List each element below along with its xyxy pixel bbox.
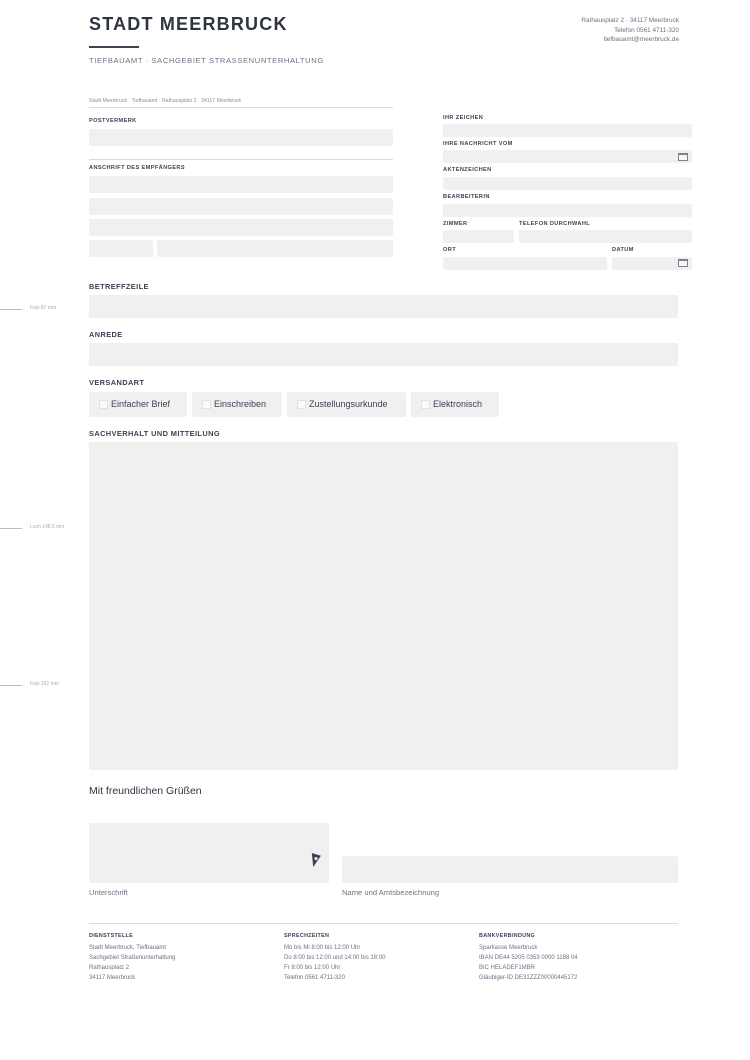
sender-return-line: Stadt Meerbruck · Tiefbauamt · Rathauspl… xyxy=(89,98,242,104)
footer-sprechzeiten-line: Fr 8:00 bis 12:00 Uhr xyxy=(284,965,341,971)
zimmer-label: ZIMMER xyxy=(443,221,468,227)
fold-mark-label: Falz 87 mm xyxy=(30,305,57,311)
sachverhalt-textarea[interactable] xyxy=(89,442,678,770)
checkbox[interactable] xyxy=(421,400,430,409)
anrede-field[interactable] xyxy=(89,343,678,366)
footer-sprechzeiten-line: Telefon 0561 4711-320 xyxy=(284,975,345,981)
versandart-option-einschreiben[interactable]: Einschreiben xyxy=(192,392,282,417)
ihre-nachricht-label: IHRE NACHRICHT VOM xyxy=(443,141,513,147)
name-amtsbezeichnung-field[interactable] xyxy=(342,856,678,883)
versandart-option-zustellungsurkunde[interactable]: Zustellungsurkunde xyxy=(287,392,406,417)
checkbox[interactable] xyxy=(202,400,211,409)
contact-phone: Telefon 0561 4711-320 xyxy=(614,26,679,34)
postal-code-field[interactable] xyxy=(89,240,153,257)
footer-dienststelle-title: DIENSTSTELLE xyxy=(89,933,134,939)
footer-bank-line: Sparkasse Meerbruck xyxy=(479,945,538,951)
contact-address: Rathausplatz 2 · 34117 Meerbruck xyxy=(581,17,679,24)
footer-sprechzeiten-line: Mo bis Mi 8:00 bis 12:00 Uhr xyxy=(284,945,361,951)
versandart-label: VERSANDART xyxy=(89,378,145,387)
datum-label: DATUM xyxy=(612,247,634,253)
sachverhalt-label: SACHVERHALT UND MITTEILUNG xyxy=(89,429,220,438)
closing-text: Mit freundlichen Grüßen xyxy=(89,785,202,797)
aktenzeichen-field[interactable] xyxy=(443,177,692,190)
footer-bank-line: BIC HELADEF1MBR xyxy=(479,965,536,971)
checkbox[interactable] xyxy=(297,400,306,409)
versandart-option-einfacher-brief[interactable]: Einfacher Brief xyxy=(89,392,187,417)
sender-rule xyxy=(89,107,393,108)
option-label: Zustellungsurkunde xyxy=(309,399,388,409)
checkbox[interactable] xyxy=(99,400,108,409)
footer-dienststelle-line: 34117 Meerbruck xyxy=(89,975,136,981)
postvermerk-label: POSTVERMERK xyxy=(89,118,137,124)
address-line-2[interactable] xyxy=(89,198,393,215)
address-line-3[interactable] xyxy=(89,219,393,236)
letterhead-accent-bar xyxy=(89,46,139,48)
footer-sprechzeiten-title: SPRECHZEITEN xyxy=(284,933,330,939)
ort-field[interactable] xyxy=(443,257,607,270)
footer-dienststelle-line: Stadt Meerbruck, Tiefbauamt xyxy=(89,945,167,951)
letterhead-subtitle: TIEFBAUAMT · SACHGEBIET STRASSENUNTERHAL… xyxy=(89,56,324,65)
footer-bank-line: Gläubiger-ID DE31ZZZ00000445172 xyxy=(479,975,578,981)
versandart-option-elektronisch[interactable]: Elektronisch xyxy=(411,392,499,417)
option-label: Einfacher Brief xyxy=(111,399,171,409)
signature-pad[interactable] xyxy=(89,823,329,883)
ihr-zeichen-field[interactable] xyxy=(443,124,692,137)
footer-sprechzeiten-line: Do 8:00 bis 12:00 und 14:00 bis 18:00 xyxy=(284,955,386,961)
betreff-field[interactable] xyxy=(89,295,678,318)
bearbeiterin-field[interactable] xyxy=(443,204,692,217)
calendar-icon[interactable] xyxy=(678,153,688,161)
letterhead-title: STADT MEERBRUCK xyxy=(89,14,288,34)
anrede-label: ANREDE xyxy=(89,330,123,339)
telefon-durchwahl-label: TELEFON DURCHWAHL xyxy=(519,221,591,227)
footer-bank-line: IBAN DE44 5205 0353 0000 1188 04 xyxy=(479,955,578,961)
address-label: ANSCHRIFT DES EMPFÄNGERS xyxy=(89,165,185,171)
calendar-icon[interactable] xyxy=(678,259,688,267)
letterhead-contact: Rathausplatz 2 · 34117 Meerbruck Telefon… xyxy=(581,16,679,45)
bearbeiterin-label: BEARBEITERIN xyxy=(443,194,490,200)
aktenzeichen-label: AKTENZEICHEN xyxy=(443,167,492,173)
footer-dienststelle-line: Rathausplatz 2 xyxy=(89,965,130,971)
fold-mark-label: Falz 192 mm xyxy=(30,681,59,687)
postvermerk-field[interactable] xyxy=(89,129,393,146)
ihr-zeichen-label: IHR ZEICHEN xyxy=(443,115,484,121)
punch-mark-label: Loch 148,5 mm xyxy=(30,524,65,530)
zimmer-field[interactable] xyxy=(443,230,514,243)
address-rule xyxy=(89,159,393,160)
ort-label: ORT xyxy=(443,247,457,253)
footer-dienststelle-line: Sachgebiet Straßenunterhaltung xyxy=(89,955,176,961)
telefon-durchwahl-field[interactable] xyxy=(519,230,692,243)
footer-rule xyxy=(89,923,678,924)
address-line-1[interactable] xyxy=(89,176,393,193)
ihre-nachricht-field[interactable] xyxy=(443,150,692,163)
contact-email: tiefbauamt@meerbruck.de xyxy=(603,36,679,43)
pen-nib-icon xyxy=(311,853,321,867)
betreff-label: BETREFFZEILE xyxy=(89,282,149,291)
signature-label: Unterschrift xyxy=(89,888,128,897)
footer-bank-title: BANKVERBINDUNG xyxy=(479,933,536,939)
name-amtsbezeichnung-label: Name und Amtsbezeichnung xyxy=(342,888,440,897)
option-label: Elektronisch xyxy=(433,399,483,409)
city-field[interactable] xyxy=(157,240,393,257)
option-label: Einschreiben xyxy=(214,399,267,409)
